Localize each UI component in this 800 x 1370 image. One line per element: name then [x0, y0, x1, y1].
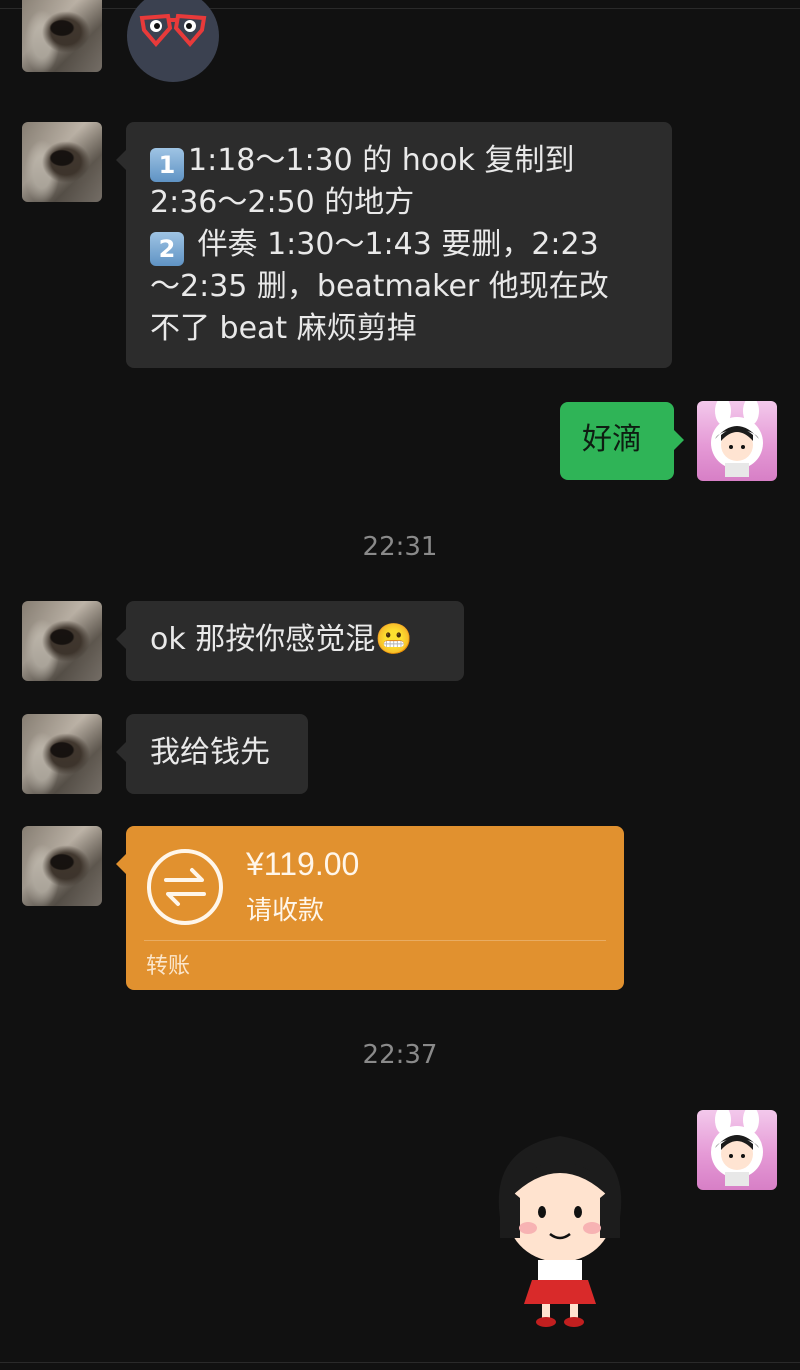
message-text: 好滴: [582, 422, 642, 457]
transfer-status: 请收款: [246, 896, 325, 926]
message-bubble-outgoing[interactable]: 好滴: [560, 402, 684, 480]
keycap-1-icon: 1: [150, 148, 184, 182]
timestamp: 22:31: [362, 532, 438, 562]
message-line: 2:36～2:50 的地方: [150, 185, 415, 220]
message-line: 1:18～1:30 的 hook 复制到: [188, 143, 575, 178]
maruko-girl-sticker[interactable]: [480, 1128, 640, 1328]
bottom-divider: [0, 1362, 800, 1363]
maruko-avatar-icon: [711, 1110, 763, 1186]
message-line: 伴奏 1:30～1:43 要删，2:23: [188, 227, 599, 262]
contact-avatar[interactable]: [22, 714, 102, 794]
message-text: 我给钱先: [150, 735, 270, 770]
top-divider: [0, 8, 800, 9]
contact-avatar[interactable]: [22, 0, 102, 72]
maruko-avatar-icon: [711, 401, 763, 477]
keycap-2-icon: 2: [150, 232, 184, 266]
divider: [144, 940, 606, 941]
transfer-label: 转账: [146, 954, 191, 979]
contact-avatar[interactable]: [22, 601, 102, 681]
message-bubble[interactable]: ok 那按你感觉混😬: [116, 601, 464, 681]
message-line: 不了 beat 麻烦剪掉: [150, 311, 417, 346]
user-avatar[interactable]: [697, 1110, 777, 1190]
transfer-amount: ¥119.00: [246, 846, 360, 882]
transfer-arrows-icon: [147, 849, 223, 925]
message-line: ～2:35 删，beatmaker 他现在改: [150, 269, 609, 304]
transfer-card[interactable]: ¥119.00 请收款 转账: [116, 826, 624, 990]
timestamp: 22:37: [362, 1040, 438, 1070]
user-avatar[interactable]: [697, 401, 777, 481]
message-bubble[interactable]: 我给钱先: [116, 714, 308, 794]
contact-avatar[interactable]: [22, 826, 102, 906]
sunglasses-emoji-sticker[interactable]: [126, 0, 220, 82]
message-text: ok 那按你感觉混😬: [150, 622, 413, 657]
message-bubble-instructions[interactable]: 1 1:18～1:30 的 hook 复制到 2:36～2:50 的地方 2 伴奏…: [116, 122, 672, 368]
contact-avatar[interactable]: [22, 122, 102, 202]
